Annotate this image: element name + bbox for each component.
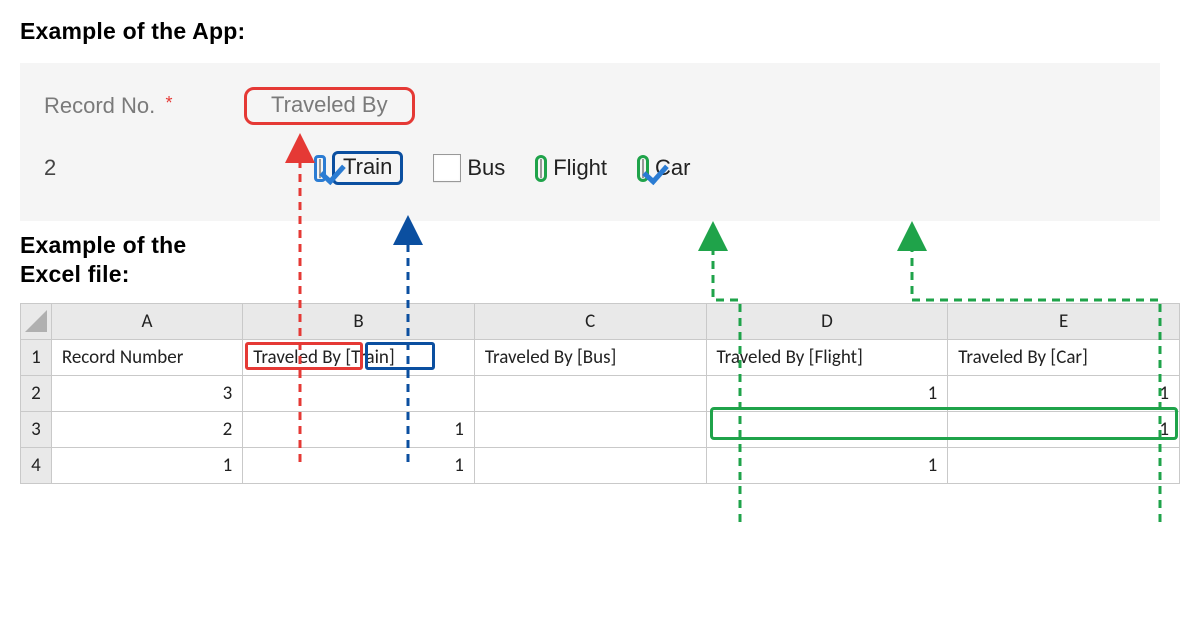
cell-A1[interactable]: Record Number	[51, 339, 242, 375]
cell-A4[interactable]: 1	[51, 447, 242, 483]
sheet-corner-select-all[interactable]	[21, 303, 52, 339]
cell-D3[interactable]	[706, 411, 948, 447]
section-title-excel: Example of the Excel file:	[20, 231, 1160, 289]
highlight-box-green-car	[637, 155, 649, 182]
col-header-A[interactable]: A	[51, 303, 242, 339]
col-header-C[interactable]: C	[474, 303, 706, 339]
cell-E4[interactable]	[948, 447, 1180, 483]
cell-C3[interactable]	[474, 411, 706, 447]
cell-D4[interactable]: 1	[706, 447, 948, 483]
record-no-value: 2	[44, 155, 314, 181]
highlight-box-blue	[314, 155, 326, 182]
highlight-box-green-flight	[535, 155, 547, 182]
row-header-1[interactable]: 1	[21, 339, 52, 375]
cell-E3[interactable]: 1	[948, 411, 1180, 447]
checkbox-group-traveled-by: Train Bus Flight Car	[314, 151, 690, 185]
spreadsheet: A B C D E 1 Record Number Traveled By [T…	[20, 303, 1160, 484]
cell-A3[interactable]: 2	[51, 411, 242, 447]
checkbox-bus[interactable]	[433, 154, 461, 182]
checkbox-label-train: Train	[343, 154, 392, 179]
cell-D1[interactable]: Traveled By [Flight]	[706, 339, 948, 375]
col-header-D[interactable]: D	[706, 303, 948, 339]
checkbox-label-bus: Bus	[467, 155, 505, 181]
cell-C4[interactable]	[474, 447, 706, 483]
row-header-3[interactable]: 3	[21, 411, 52, 447]
select-all-triangle-icon	[25, 310, 47, 332]
cell-C1[interactable]: Traveled By [Bus]	[474, 339, 706, 375]
checkbox-car[interactable]	[642, 159, 644, 178]
section-title-app: Example of the App:	[20, 18, 1160, 45]
checkbox-train[interactable]	[319, 159, 321, 178]
cell-E1[interactable]: Traveled By [Car]	[948, 339, 1180, 375]
row-header-4[interactable]: 4	[21, 447, 52, 483]
cell-B3[interactable]: 1	[243, 411, 475, 447]
cell-C2[interactable]	[474, 375, 706, 411]
field-title-traveled-by: Traveled By	[244, 87, 415, 125]
cell-A2[interactable]: 3	[51, 375, 242, 411]
app-panel: Record No. * Traveled By 2 Train Bus	[20, 63, 1160, 221]
checkbox-label-flight: Flight	[553, 155, 607, 181]
cell-B4[interactable]: 1	[243, 447, 475, 483]
cell-E2[interactable]: 1	[948, 375, 1180, 411]
col-header-E[interactable]: E	[948, 303, 1180, 339]
row-header-2[interactable]: 2	[21, 375, 52, 411]
cell-B1[interactable]: Traveled By [Train]	[243, 339, 475, 375]
record-no-label: Record No.	[44, 93, 155, 118]
required-star-icon: *	[165, 93, 172, 113]
col-header-B[interactable]: B	[243, 303, 475, 339]
cell-D2[interactable]: 1	[706, 375, 948, 411]
cell-B2[interactable]	[243, 375, 475, 411]
checkbox-flight[interactable]	[540, 159, 542, 178]
